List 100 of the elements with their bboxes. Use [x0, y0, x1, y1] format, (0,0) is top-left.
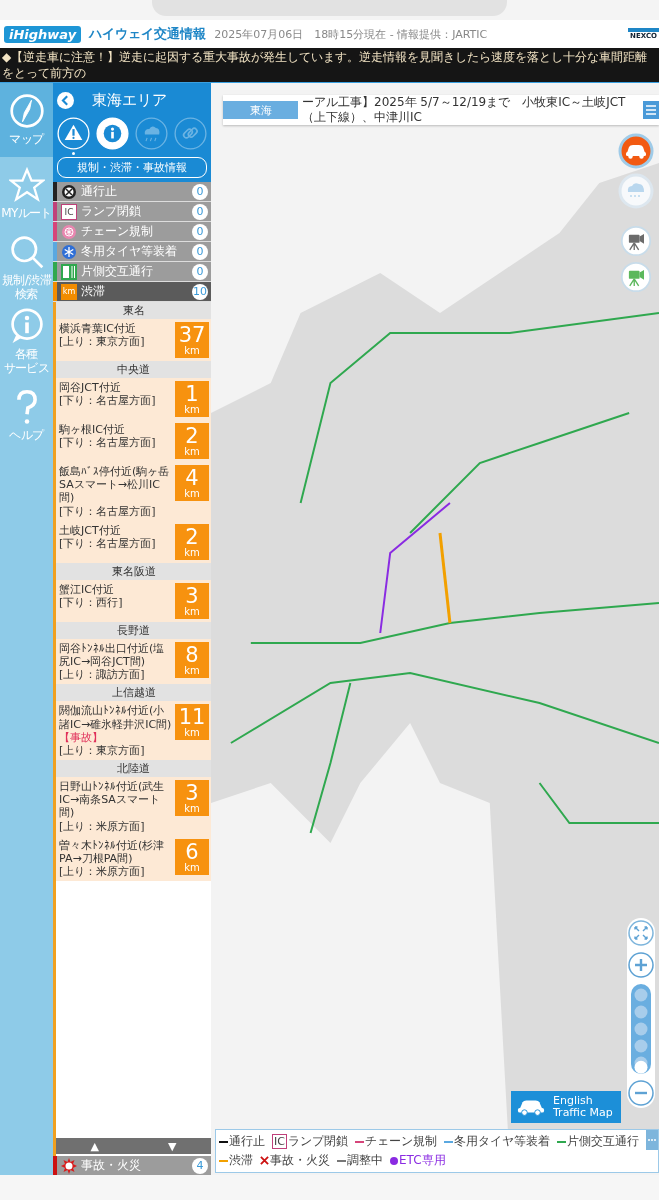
legend-label: 渋滞: [229, 1152, 253, 1169]
legend-label: 片側交互通行: [566, 1133, 639, 1150]
direction-text: [下り：名古屋方面]: [59, 436, 157, 450]
distance-badge: 1 km: [175, 381, 209, 417]
distance-badge: 2 km: [175, 423, 209, 459]
alternate-lane-icon: [61, 263, 77, 280]
scroll-button[interactable]: ▼: [162, 1138, 183, 1154]
chain-icon: [61, 223, 77, 240]
location-text: 岡谷ﾄﾝﾈﾙ出口付近(塩尻IC→岡谷JCT間): [59, 641, 166, 669]
legend-label: 冬用タイヤ等装着: [453, 1133, 550, 1150]
compass-icon: [8, 93, 45, 130]
congestion-item[interactable]: 蟹江IC付近 [下り：西行] 3 km: [56, 579, 211, 622]
burst-icon: [61, 1157, 77, 1174]
car-icon: [517, 1098, 545, 1116]
distance-badge: 4 km: [175, 465, 209, 501]
category-tab[interactable]: [96, 117, 129, 150]
direction-text: [上り：東京方面]: [59, 743, 146, 758]
distance-badge: 8 km: [175, 641, 209, 678]
count-badge: 0: [192, 263, 208, 280]
distance-badge: 3 km: [175, 582, 209, 619]
scroll-button[interactable]: ▲: [84, 1138, 105, 1154]
congestion-item[interactable]: 土岐JCT付近 [下り：名古屋方面] 2 km: [56, 520, 211, 563]
location-text: 横浜青葉IC付近: [59, 322, 137, 336]
location-text: 蟹江IC付近: [59, 582, 115, 596]
location-text: 閼伽流山ﾄﾝﾈﾙ付近(小諸IC→碓氷軽井沢IC間) 【事故】: [59, 704, 172, 744]
camera-button[interactable]: [620, 261, 652, 293]
location-text: 飯島ﾊﾞｽ停付近(駒ヶ岳SAスマート→松川IC間): [59, 465, 171, 505]
category-tab[interactable]: [57, 117, 90, 150]
location-text: 岡谷JCT付近: [59, 381, 122, 395]
congestion-item[interactable]: 日野山ﾄﾝﾈﾙ付近(武生IC→南条SAスマート間) [上り：米原方面] 3 km: [56, 777, 211, 836]
zoom-slider[interactable]: [631, 984, 651, 1074]
congestion-item[interactable]: 曽々木ﾄﾝﾈﾙ付近(杉津PA→刀根PA間) [上り：米原方面] 6 km: [56, 835, 211, 882]
direction-text: [下り：西行]: [59, 595, 124, 610]
distance-badge: 37 km: [175, 322, 209, 358]
count-badge: 10: [192, 283, 208, 300]
legend-label: 通行止: [229, 1133, 265, 1150]
app-logo: iHighway: [4, 25, 82, 43]
congestion-item[interactable]: 駒ヶ根IC付近 [下り：名古屋方面] 2 km: [56, 420, 211, 462]
menu-icon[interactable]: [643, 101, 659, 119]
info-icon: [8, 308, 45, 345]
star-icon: [8, 167, 45, 204]
notice-ticker: ーアル工事】2025年 5/7～12/19まで 小牧東IC～土岐JCT（上下線）、中津川IC: [301, 95, 627, 125]
category-row[interactable]: IC ランプ閉鎖 0: [53, 202, 211, 222]
search-icon: [8, 234, 45, 271]
zoom-out-button[interactable]: [628, 1080, 654, 1106]
distance-badge: 2 km: [175, 523, 209, 560]
fullscreen-button[interactable]: [628, 920, 654, 946]
english-map-button[interactable]: English Traffic Map: [511, 1091, 621, 1123]
legend-label: 事故・火災: [270, 1152, 330, 1169]
more-button[interactable]: [646, 1130, 658, 1150]
timestamp: 2025年07月06日 18時15分現在 - 情報提供：JARTIC: [214, 26, 488, 42]
camera-button[interactable]: [620, 225, 652, 257]
direction-text: [下り：名古屋方面]: [59, 504, 157, 518]
count-badge: 0: [192, 223, 208, 240]
cross-icon: [260, 1156, 269, 1165]
direction-text: [上り：諏訪方面]: [59, 668, 146, 682]
direction-text: [上り：米原方面]: [59, 865, 146, 879]
back-button[interactable]: [57, 91, 74, 109]
legend-label: ランプ閉鎖: [287, 1133, 348, 1150]
distance-badge: 6 km: [175, 838, 209, 875]
weather-layer-button[interactable]: [618, 173, 654, 209]
zoom-in-button[interactable]: [628, 952, 654, 978]
category-row[interactable]: km 渋滞 10: [53, 282, 211, 302]
location-text: 日野山ﾄﾝﾈﾙ付近(武生IC→南条SAスマート間): [59, 780, 166, 820]
count-badge: 0: [192, 203, 208, 220]
count-badge: 4: [192, 1157, 208, 1174]
location-text: 曽々木ﾄﾝﾈﾙ付近(杉津PA→刀根PA間): [59, 838, 166, 866]
category-row[interactable]: チェーン規制 0: [53, 222, 211, 242]
zoom-thumb[interactable]: [634, 1060, 648, 1074]
congestion-icon: km: [61, 283, 77, 300]
congestion-item[interactable]: 岡谷JCT付近 [下り：名古屋方面] 1 km: [56, 378, 211, 420]
category-row[interactable]: 通行止 0: [53, 182, 211, 202]
page-indicator: [72, 152, 75, 155]
area-title: 東海エリア: [92, 90, 167, 110]
location-text: 駒ヶ根IC付近: [59, 423, 126, 437]
congestion-item[interactable]: 横浜青葉IC付近 [上り：東京方面] 37 km: [56, 319, 211, 361]
road-heading: 中央道: [56, 361, 211, 378]
section-label: 規制・渋滞・事故情報: [57, 157, 207, 178]
congestion-item[interactable]: 岡谷ﾄﾝﾈﾙ出口付近(塩尻IC→岡谷JCT間) [上り：諏訪方面] 8 km: [56, 638, 211, 685]
location-text: 土岐JCT付近: [59, 523, 122, 537]
category-row[interactable]: 片側交互通行 0: [53, 262, 211, 282]
app-title: ハイウェイ交通情報: [89, 25, 207, 43]
distance-badge: 11 km: [175, 704, 209, 741]
road-heading: 北陸道: [56, 760, 211, 778]
direction-text: [上り：東京方面]: [59, 335, 146, 349]
ramp-icon: IC: [272, 1134, 287, 1149]
direction-text: [上り：米原方面]: [59, 819, 146, 833]
direction-text: [下り：名古屋方面]: [59, 536, 157, 551]
legend-label: チェーン規制: [364, 1133, 437, 1150]
count-badge: 0: [192, 243, 208, 260]
category-row[interactable]: 事故・火災 4: [53, 1156, 211, 1175]
car-layer-button[interactable]: [618, 133, 654, 169]
closure-icon: [61, 183, 77, 200]
legend-label: ETC専用: [399, 1152, 446, 1169]
category-row[interactable]: 冬用タイヤ等装着 0: [53, 242, 211, 262]
snowflake-icon: [61, 243, 77, 260]
news-ticker: ◆【逆走車に注意！】逆走に起因する重大事故が発生しています。逆走情報を見聞きしたら速度を落とし十分な車間距離をとって前方の: [0, 48, 659, 83]
direction-text: [下り：名古屋方面]: [59, 394, 157, 408]
congestion-item[interactable]: 飯島ﾊﾞｽ停付近(駒ヶ岳SAスマート→松川IC間) [下り：名古屋方面] 4 km: [56, 462, 211, 521]
distance-badge: 3 km: [175, 780, 209, 817]
